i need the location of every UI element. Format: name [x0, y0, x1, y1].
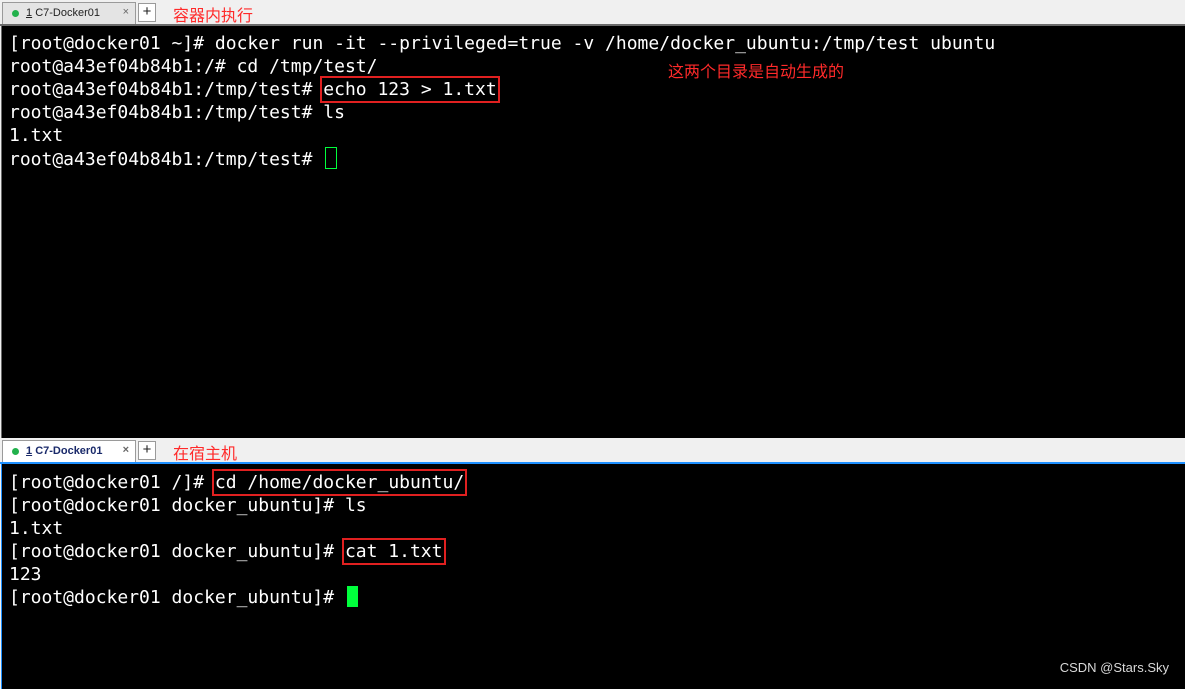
top-session-tab[interactable]: 1 C7-Docker01 × [2, 2, 136, 24]
top-tab-number: 1 [26, 7, 33, 19]
top-terminal-screen[interactable]: [root@docker01 ~]# docker run -it --priv… [1, 26, 1185, 438]
bottom-session-tab[interactable]: 1 C7-Docker01 × [2, 440, 136, 462]
terminal-line: [root@docker01 docker_ubuntu]# ls [9, 494, 367, 517]
top-pane-annotation: 容器内执行 [173, 6, 254, 25]
add-tab-button[interactable]: + [138, 3, 156, 22]
terminal-line: root@a43ef04b84b1:/tmp/test# ls [9, 101, 345, 124]
terminal-line: [root@docker01 docker_ubuntu]# [9, 586, 358, 609]
highlighted-command: echo 123 > 1.txt [320, 76, 500, 103]
prompt: [root@docker01 /]# [9, 472, 205, 493]
bottom-terminal-screen[interactable]: [root@docker01 /]# cd /home/docker_ubunt… [1, 464, 1185, 689]
highlighted-command: cd /home/docker_ubuntu/ [211, 469, 468, 496]
top-tab-label: C7-Docker01 [35, 7, 100, 19]
command: docker run -it --privileged=true -v /hom… [204, 33, 996, 54]
command: ls [312, 102, 345, 123]
terminal-output: 1.txt [9, 518, 64, 539]
terminal-line: [root@docker01 ~]# docker run -it --priv… [9, 32, 995, 55]
terminal-line: root@a43ef04b84b1:/tmp/test# echo 123 > … [9, 76, 500, 103]
cursor [325, 147, 338, 169]
cursor [346, 586, 358, 607]
top-terminal-pane: 1 C7-Docker01 × + 容器内执行 [root@docker01 ~… [0, 0, 1185, 438]
command: cd /tmp/test/ [225, 56, 378, 77]
prompt: root@a43ef04b84b1:/tmp/test# [9, 79, 313, 100]
close-icon[interactable]: × [123, 6, 129, 18]
terminal-line: root@a43ef04b84b1:/# cd /tmp/test/ [9, 55, 377, 78]
bottom-tab-number: 1 [26, 445, 33, 457]
bottom-tab-bar: 1 C7-Docker01 × + 在宿主机 [0, 438, 1185, 464]
close-icon[interactable]: × [123, 444, 129, 456]
bottom-tab-title: 1 C7-Docker01 [26, 445, 102, 457]
terminal-line: [root@docker01 /]# cd /home/docker_ubunt… [9, 469, 468, 496]
watermark: CSDN @Stars.Sky [1059, 660, 1169, 675]
bottom-tab-label: C7-Docker01 [35, 445, 103, 457]
command: ls [334, 495, 367, 516]
command [334, 587, 345, 608]
prompt: [root@docker01 ~]# [9, 33, 205, 54]
bottom-pane-annotation: 在宿主机 [173, 444, 238, 463]
prompt: root@a43ef04b84b1:/tmp/test# [9, 102, 313, 123]
top-tab-title: 1 C7-Docker01 [26, 7, 100, 19]
prompt: root@a43ef04b84b1:/# [9, 56, 226, 77]
top-tab-bar: 1 C7-Docker01 × + 容器内执行 [0, 0, 1185, 26]
prompt: [root@docker01 docker_ubuntu]# [9, 587, 335, 608]
terminal-output: 1.txt [9, 125, 64, 146]
command [312, 149, 323, 170]
prompt: [root@docker01 docker_ubuntu]# [9, 495, 335, 516]
prompt: [root@docker01 docker_ubuntu]# [9, 541, 335, 562]
add-tab-button[interactable]: + [138, 441, 156, 460]
bottom-terminal-pane: 1 C7-Docker01 × + 在宿主机 [root@docker01 /]… [0, 438, 1185, 689]
connected-status-icon [12, 448, 19, 455]
connected-status-icon [12, 10, 19, 17]
prompt: root@a43ef04b84b1:/tmp/test# [9, 149, 313, 170]
highlighted-command: cat 1.txt [341, 538, 446, 565]
terminal-output: 123 [9, 564, 42, 585]
terminal-line: [root@docker01 docker_ubuntu]# cat 1.txt [9, 538, 446, 565]
directory-note-annotation: 这两个目录是自动生成的 [668, 62, 845, 81]
terminal-line: root@a43ef04b84b1:/tmp/test# [9, 147, 338, 170]
